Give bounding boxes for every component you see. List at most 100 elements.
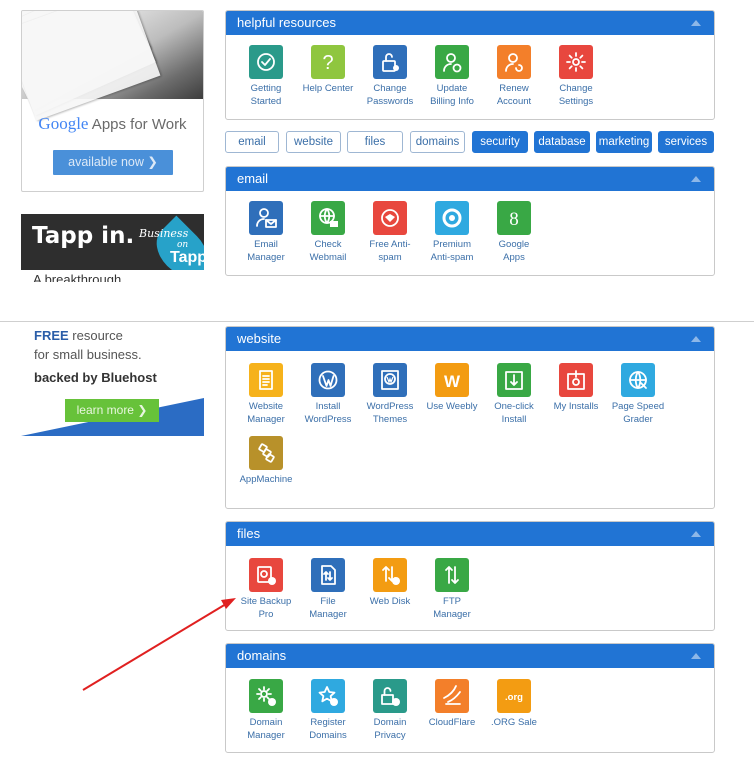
files-item-file-arrows[interactable]: File Manager [296,558,360,621]
user-envelope-icon [249,201,283,235]
files-panel: files Site Backup Pro File Manager Web Disk F… [225,521,715,631]
panel-header[interactable]: helpful resources [226,11,714,35]
panel-header[interactable]: files [226,522,714,546]
paper-stack-photo [22,11,203,121]
item-label: .ORG Sale [491,717,537,728]
email-panel: email Email Manager Check Webmail Free Anti-… [225,166,715,276]
item-label: Email Manager [247,239,285,263]
installs-box-glyph [567,370,585,390]
domains-item-cloudflare[interactable]: CloudFlare [420,679,484,729]
svg-text:W: W [444,372,461,391]
item-label: Check Webmail [309,239,347,263]
tab-services[interactable]: services [658,131,714,153]
website-panel: website Website Manager Install WordPress Wo… [225,326,715,509]
files-item-disk-globe[interactable]: Web Disk [358,558,422,608]
google-apps-ad[interactable]: Google Apps for Work available now ❯ [21,10,204,192]
item-label: WordPress Themes [366,401,414,425]
helpful-item-check-circle[interactable]: Getting Started [234,45,298,108]
gear-globe-icon [249,679,283,713]
helpful-item-user-refresh[interactable]: Renew Account [482,45,546,108]
website-item-installs-box[interactable]: My Installs [544,363,608,413]
tab-database[interactable]: database [534,131,590,153]
tab-email[interactable]: email [225,131,279,153]
helpful-item-gear[interactable]: Change Settings [544,45,608,108]
ring-glyph [442,208,462,228]
weebly-w-glyph: W [444,372,461,391]
item-label: Register Domains [309,717,347,741]
item-label: Change Settings [558,83,594,107]
website-item-install-box[interactable]: One-click Install [482,363,546,426]
domains-panel: domains Domain Manager Register Domains Doma… [225,643,715,753]
tab-domains[interactable]: domains [410,131,465,153]
file-arrows-icon [311,558,345,592]
cloudflare-glyph [443,685,461,705]
shield-badge-icon [373,201,407,235]
item-label: Google Apps [498,239,530,263]
website-item-weebly-w[interactable]: W Use Weebly [420,363,484,413]
tab-website[interactable]: website [286,131,341,153]
email-item-shield-badge[interactable]: Free Anti-spam [358,201,422,264]
question-mark-icon: ? [311,45,345,79]
item-label: File Manager [309,596,347,620]
user-gear-glyph [443,53,462,73]
globe-arrow-icon [621,363,655,397]
website-item-wordpress[interactable]: Install WordPress [296,363,360,426]
panel-header[interactable]: website [226,327,714,351]
shield-badge-glyph [381,209,399,227]
gear-glyph [566,52,586,72]
item-label: Use Weebly [426,401,478,412]
website-item-document[interactable]: Website Manager [234,363,298,426]
weebly-w-icon: W [435,363,469,397]
item-label: Premium Anti-spam [430,239,474,263]
gear-globe-glyph [256,686,276,706]
wordpress-frame-icon [373,363,407,397]
files-item-backup-clock[interactable]: Site Backup Pro [234,558,298,621]
wordpress-glyph [318,370,338,390]
email-item-google-g[interactable]: 8 Google Apps [482,201,546,264]
item-label: Website Manager [247,401,285,425]
learn-more-button[interactable]: learn more ❯ [65,399,159,422]
padlock-icon [373,45,407,79]
website-item-globe-arrow[interactable]: Page Speed Grader [606,363,670,426]
appmachine-glyph [258,443,275,463]
website-item-appmachine[interactable]: AppMachine [234,436,298,486]
email-item-ring[interactable]: Premium Anti-spam [420,201,484,264]
item-label: Getting Started [250,83,282,107]
email-item-globe-envelope[interactable]: Check Webmail [296,201,360,264]
tab-files[interactable]: files [347,131,403,153]
google-apps-logo: Google Apps for Work [38,114,187,133]
panel-header[interactable]: domains [226,644,714,668]
bluehost-ad[interactable]: FREE resource for small business. backed… [21,322,204,442]
wordpress-icon [311,363,345,397]
collapse-caret-icon[interactable] [691,20,701,26]
helpful-item-user-gear[interactable]: Update Billing Info [420,45,484,108]
available-now-button[interactable]: available now ❯ [53,150,173,175]
domains-item-org-badge[interactable]: .org .ORG Sale [482,679,546,729]
question-mark-glyph: ? [322,52,333,74]
item-label: Help Center [302,83,354,94]
business-on-tapp-ad[interactable]: Tapp in. Business on Tapp A breakthrough [21,214,204,282]
collapse-caret-icon[interactable] [691,176,701,182]
collapse-caret-icon[interactable] [691,653,701,659]
domains-item-gear-globe[interactable]: Domain Manager [234,679,298,742]
domains-item-star-globe[interactable]: Register Domains [296,679,360,742]
panel-header[interactable]: email [226,167,714,191]
padlock-globe-glyph [381,687,400,706]
helpful-item-padlock[interactable]: Change Passwords [358,45,422,108]
tab-security[interactable]: security [472,131,528,153]
domains-item-padlock-globe[interactable]: Domain Privacy [358,679,422,742]
collapse-caret-icon[interactable] [691,336,701,342]
email-item-user-envelope[interactable]: Email Manager [234,201,298,264]
item-label: My Installs [553,401,599,412]
disk-globe-icon [373,558,407,592]
collapse-caret-icon[interactable] [691,531,701,537]
files-item-up-down-arrows[interactable]: FTP Manager [420,558,484,621]
item-label: Install WordPress [304,401,352,425]
item-label: AppMachine [239,474,293,485]
website-item-wordpress-frame[interactable]: WordPress Themes [358,363,422,426]
check-circle-icon [249,45,283,79]
star-globe-glyph [318,686,338,706]
google-g-glyph: 8 [509,209,519,230]
tab-marketing[interactable]: marketing [596,131,652,153]
helpful-item-question-mark[interactable]: ? Help Center [296,45,360,95]
